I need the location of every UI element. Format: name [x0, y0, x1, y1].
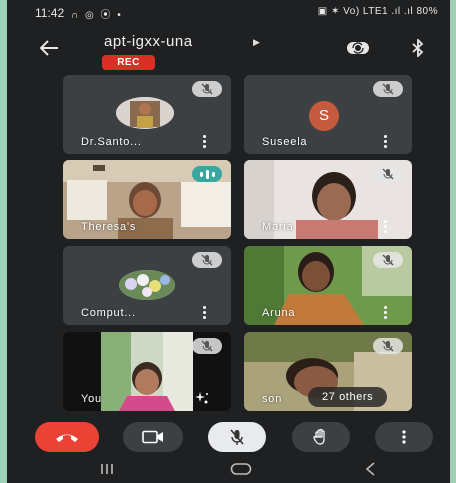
phone-screen: 11:42 ∩ ◎ ⦿ • ▣ ✶ Vo) LTE1 .ıl .ıl 80% a… [7, 0, 450, 483]
mic-off-icon [373, 81, 403, 97]
status-notification-icons: ∩ ◎ ⦿ • [71, 10, 123, 21]
mic-off-icon [192, 338, 222, 354]
participant-name: You [81, 393, 102, 405]
speaking-indicator-icon [192, 166, 222, 182]
self-view-tile[interactable]: You [63, 332, 231, 411]
rec-badge: REC [102, 55, 155, 70]
participant-name: son [262, 393, 283, 405]
more-vertical-icon[interactable] [380, 134, 390, 148]
mic-off-icon [373, 252, 403, 268]
more-vertical-icon[interactable] [380, 305, 390, 319]
more-vertical-icon [402, 430, 406, 444]
participant-name: Comput... [81, 307, 136, 319]
participant-tile[interactable]: Dr.Santo... [63, 75, 231, 154]
mic-off-icon [192, 81, 222, 97]
camera-toggle-button[interactable] [123, 422, 183, 452]
end-call-icon [56, 434, 78, 442]
back-arrow-icon[interactable] [37, 36, 61, 60]
participant-name: Maria [262, 221, 294, 233]
participant-name: Suseela [262, 136, 308, 148]
meeting-code[interactable]: apt-igxx-una [104, 33, 193, 50]
meeting-header: apt-igxx-una ▶ REC [7, 24, 450, 72]
participant-tile[interactable]: Theresa's [63, 160, 231, 239]
status-time: 11:42 [35, 6, 65, 20]
participant-name: Dr.Santo... [81, 136, 142, 148]
microphone-off-icon [230, 429, 244, 445]
participant-avatar: S [309, 101, 339, 131]
home-icon[interactable] [230, 462, 252, 481]
bluetooth-audio-icon[interactable] [407, 36, 429, 60]
participant-name: Theresa's [81, 221, 137, 233]
participant-name: Aruna [262, 307, 296, 319]
end-call-button[interactable] [35, 422, 99, 452]
mic-off-icon [192, 252, 222, 268]
participant-tile[interactable]: S Suseela [244, 75, 412, 154]
more-vertical-icon[interactable] [199, 305, 209, 319]
participant-avatar [116, 97, 174, 129]
participant-tile[interactable]: Comput... [63, 246, 231, 325]
switch-camera-icon[interactable] [345, 36, 371, 60]
mic-off-icon [373, 338, 403, 354]
mic-off-icon [373, 166, 403, 182]
microphone-toggle-button[interactable] [208, 422, 266, 452]
more-options-button[interactable] [375, 422, 433, 452]
more-vertical-icon[interactable] [380, 219, 390, 233]
others-count-badge[interactable]: 27 others [308, 387, 388, 407]
participant-avatar [119, 270, 175, 300]
video-camera-icon [142, 430, 163, 444]
caret-right-icon[interactable]: ▶ [253, 37, 260, 48]
sparkle-effects-icon[interactable] [195, 391, 209, 405]
status-system-indicators: ▣ ✶ Vo) LTE1 .ıl .ıl 80% [317, 6, 438, 17]
participant-tile[interactable]: Maria [244, 160, 412, 239]
participant-tile[interactable]: Aruna [244, 246, 412, 325]
hand-icon [313, 428, 325, 445]
raise-hand-button[interactable] [292, 422, 350, 452]
status-bar: 11:42 ∩ ◎ ⦿ • ▣ ✶ Vo) LTE1 .ıl .ıl 80% [7, 0, 450, 24]
system-nav-bar [7, 458, 450, 483]
participant-tile[interactable]: son 27 others [244, 332, 412, 411]
back-icon[interactable] [364, 462, 376, 481]
recents-icon[interactable] [100, 462, 114, 480]
more-vertical-icon[interactable] [199, 134, 209, 148]
